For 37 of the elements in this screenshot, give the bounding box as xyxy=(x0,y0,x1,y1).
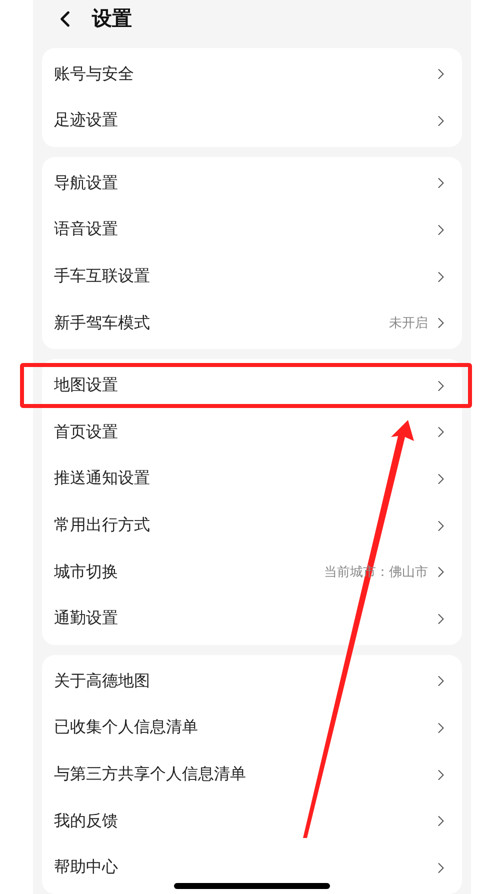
item-label: 地图设置 xyxy=(54,375,119,396)
settings-item[interactable]: 手车互联设置 xyxy=(42,253,462,300)
settings-item[interactable]: 地图设置 xyxy=(42,362,462,410)
item-label: 首页设置 xyxy=(54,422,119,443)
settings-item[interactable]: 账号与安全 xyxy=(42,50,462,98)
settings-item[interactable]: 与第三方共享个人信息清单 xyxy=(42,751,462,798)
settings-item[interactable]: 帮助中心 xyxy=(42,844,462,891)
item-value: 当前城市：佛山市 xyxy=(324,564,428,582)
settings-item[interactable]: 足迹设置 xyxy=(42,98,462,144)
item-label: 与第三方共享个人信息清单 xyxy=(54,764,247,786)
item-label: 语音设置 xyxy=(54,219,119,240)
settings-item[interactable]: 首页设置 xyxy=(42,409,462,456)
settings-item[interactable]: 关于高德地图 xyxy=(42,658,462,705)
settings-item[interactable]: 通勤设置 xyxy=(42,595,462,642)
item-label: 常用出行方式 xyxy=(54,515,151,536)
settings-item[interactable]: 推送通知设置 xyxy=(42,456,462,502)
settings-item[interactable]: 导航设置 xyxy=(42,160,462,207)
item-value: 未开启 xyxy=(389,315,428,332)
item-label: 关于高德地图 xyxy=(54,670,151,692)
item-label: 导航设置 xyxy=(54,172,119,194)
item-label: 通勤设置 xyxy=(54,608,119,630)
item-label: 我的反馈 xyxy=(54,810,119,832)
item-label: 推送通知设置 xyxy=(54,468,151,490)
item-label: 账号与安全 xyxy=(54,64,135,85)
item-label: 已收集个人信息清单 xyxy=(54,717,199,738)
settings-item[interactable]: 语音设置 xyxy=(42,206,462,254)
item-label: 手车互联设置 xyxy=(54,266,151,288)
settings-item[interactable]: 常用出行方式 xyxy=(42,502,462,549)
settings-item[interactable]: 城市切换 当前城市：佛山市 xyxy=(42,548,462,596)
settings-item[interactable]: 已收集个人信息清单 xyxy=(42,704,462,752)
page-title: 设置 xyxy=(92,5,132,32)
item-label: 新手驾车模式 xyxy=(54,312,151,334)
settings-item[interactable]: 我的反馈 xyxy=(42,798,462,844)
item-label: 帮助中心 xyxy=(54,857,119,878)
item-label: 城市切换 xyxy=(54,562,119,583)
settings-item[interactable]: 新手驾车模式 未开启 xyxy=(42,300,462,346)
item-label: 足迹设置 xyxy=(54,110,119,132)
